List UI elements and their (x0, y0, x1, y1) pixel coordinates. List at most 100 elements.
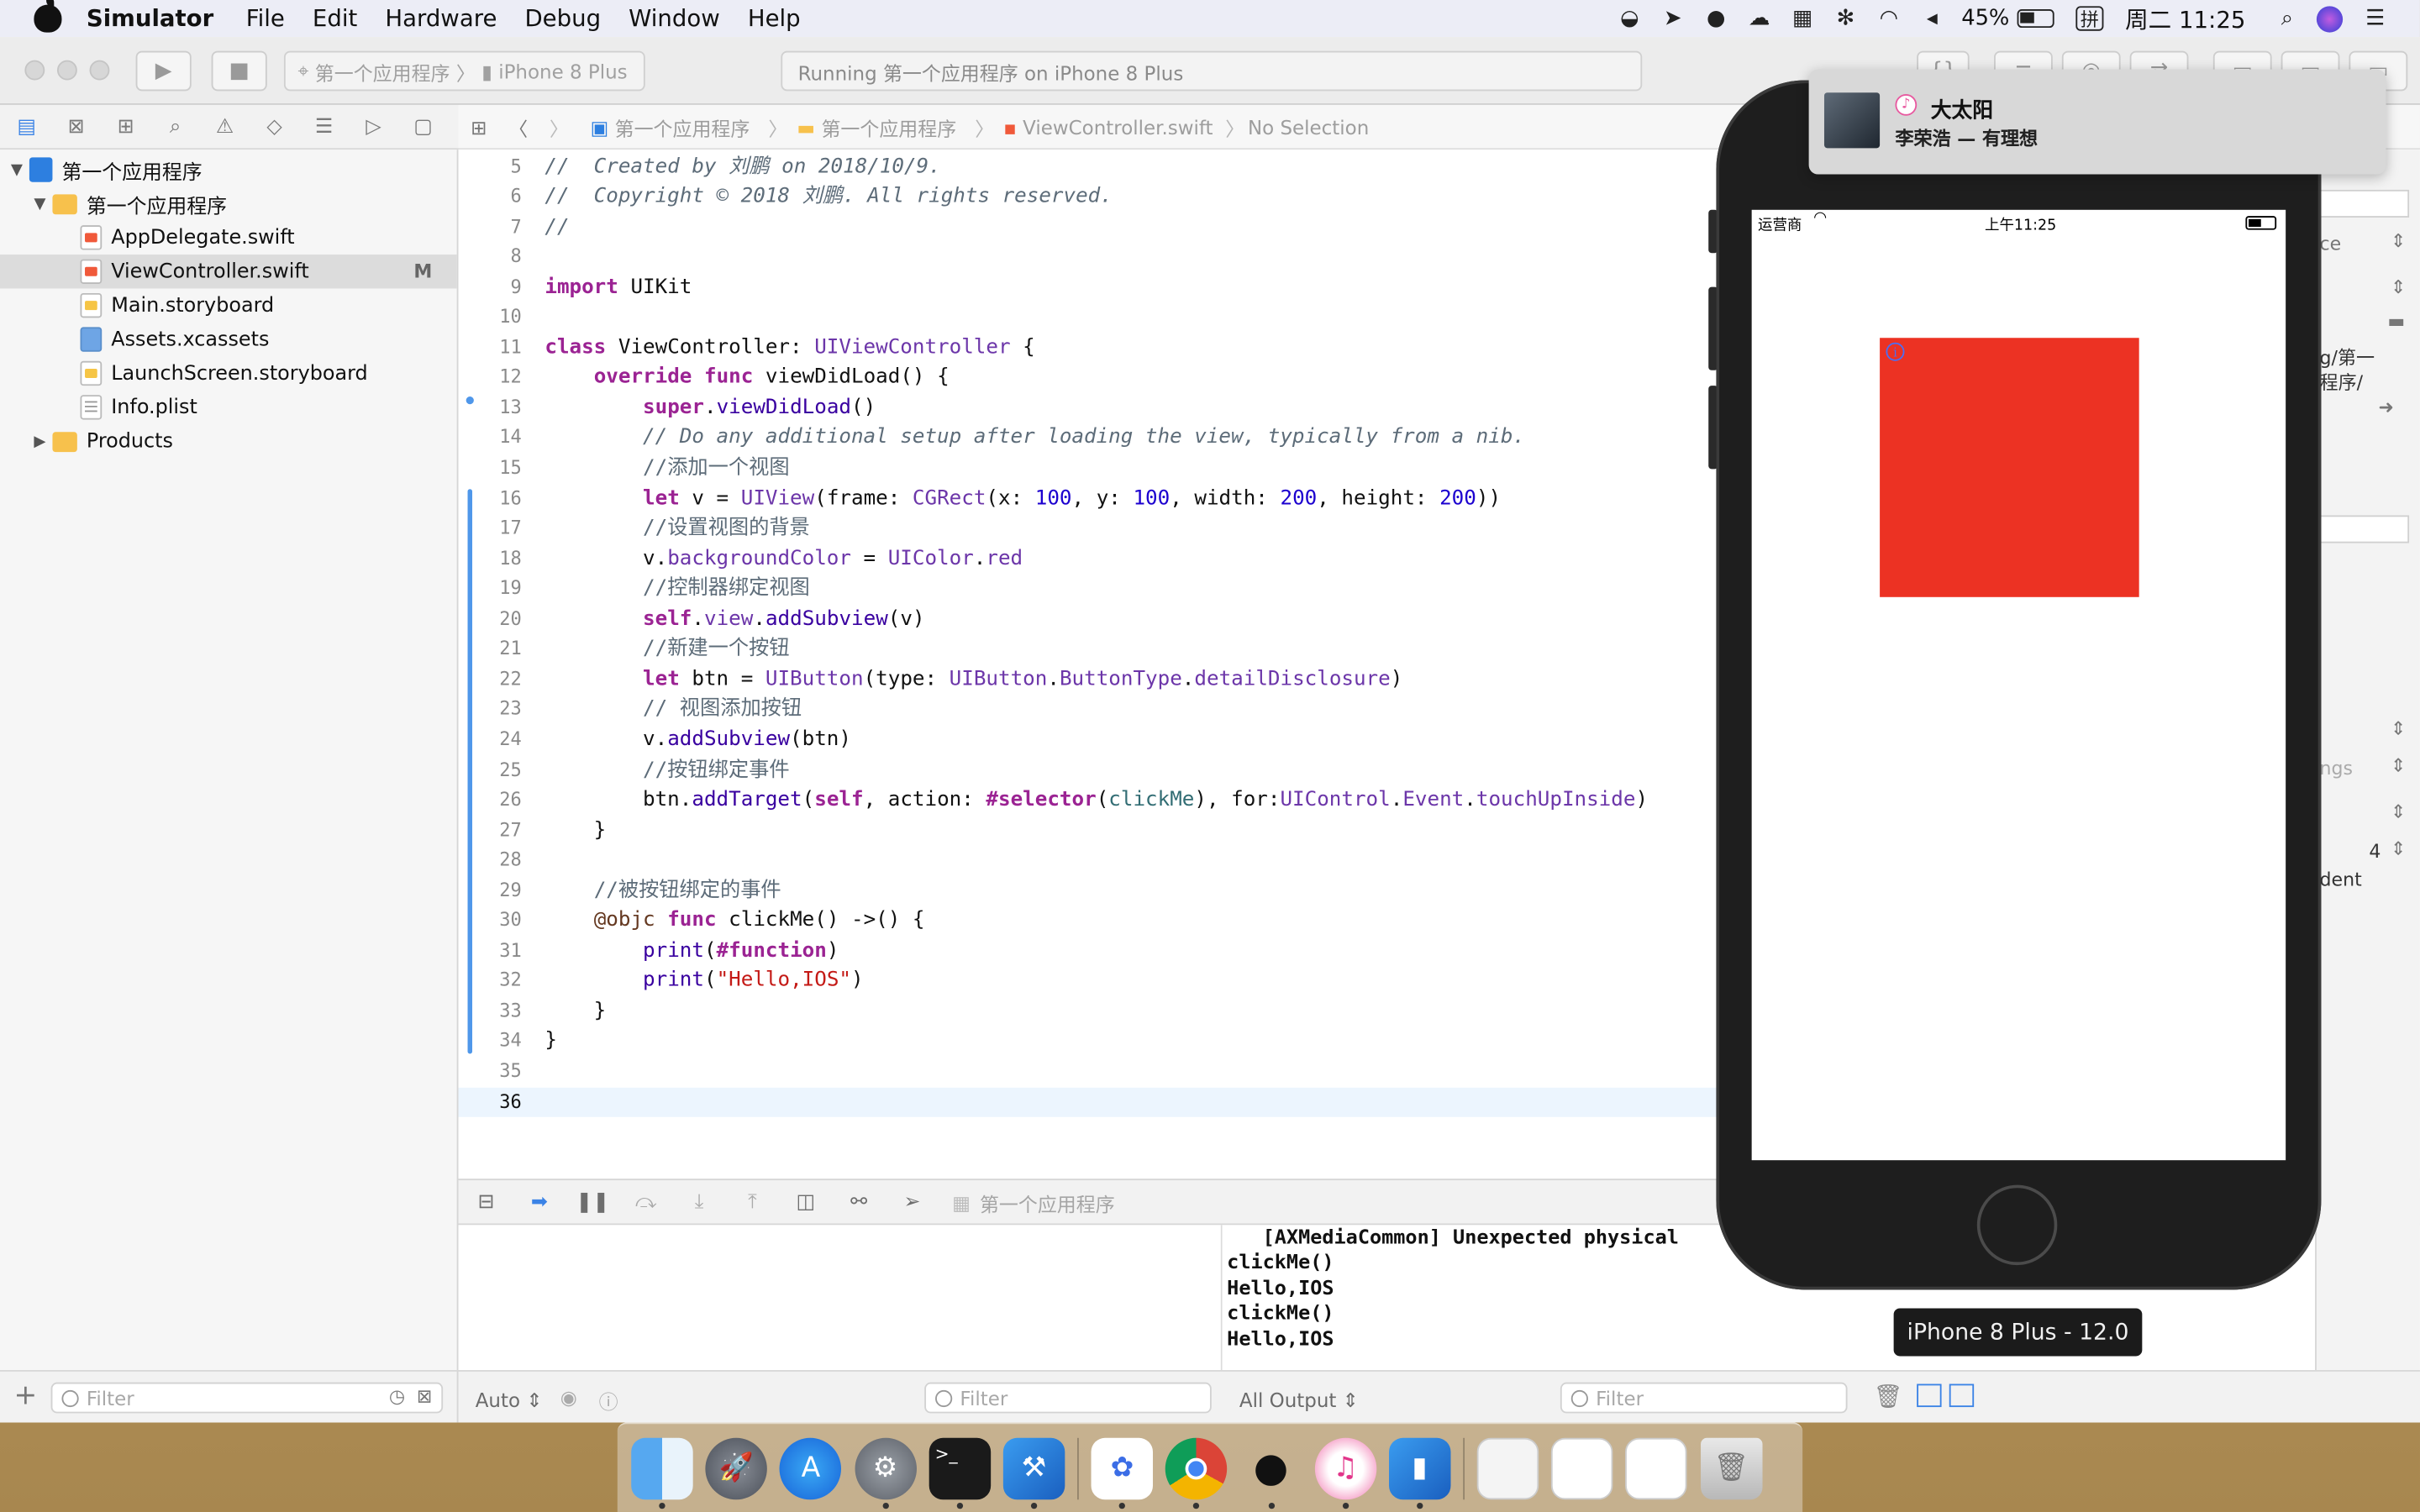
app-menu[interactable]: Simulator (87, 5, 213, 33)
simulator-icon[interactable]: ▮ (1388, 1436, 1451, 1509)
memory-graph-icon[interactable]: ⚯ (844, 1189, 875, 1214)
tree-row-viewcontroller[interactable]: ViewController.swift M (0, 255, 457, 289)
pause-icon[interactable]: ❚❚ (576, 1189, 609, 1214)
reveal-arrow-icon[interactable]: ➜ (2378, 396, 2393, 418)
home-button[interactable] (1976, 1184, 2058, 1266)
menu-window[interactable]: Window (629, 5, 720, 33)
menu-clock[interactable]: 周二 11:25 (2125, 3, 2245, 35)
notification-center-icon[interactable]: ☰ (2361, 5, 2389, 33)
terminal-icon[interactable]: >_ (929, 1436, 991, 1509)
status-app-icon[interactable]: ◒ (1616, 5, 1644, 33)
inspector-field[interactable] (2319, 515, 2410, 543)
simulate-location-icon[interactable]: ➢ (897, 1189, 928, 1214)
breakpoints-toggle-icon[interactable]: ➡ (524, 1189, 555, 1214)
navigator-filter-input[interactable]: Filter (50, 1382, 444, 1414)
tree-row-group[interactable]: ▼ 第一个应用程序 (0, 186, 457, 220)
variables-filter-input[interactable]: Filter (924, 1382, 1212, 1414)
updown-icon[interactable]: ⇕ (2391, 230, 2406, 252)
updown-icon[interactable]: ⇕ (2391, 717, 2406, 739)
music-notification[interactable]: ♪ 大太阳 李荣浩 — 有理想 (1808, 69, 2386, 175)
tree-row-appdelegate[interactable]: AppDelegate.swift (0, 221, 457, 255)
zoom-window-button[interactable] (89, 60, 110, 81)
paper-plane-icon[interactable]: ➤ (1659, 5, 1686, 33)
split-right-icon[interactable] (1949, 1383, 1975, 1408)
xcode-icon[interactable]: ⚒ (1002, 1436, 1065, 1509)
trash-icon[interactable]: 🗑 (1874, 1383, 1903, 1410)
issue-navigator-icon[interactable]: ⚠ (211, 114, 239, 139)
minimize-window-button[interactable] (56, 60, 77, 81)
test-navigator-icon[interactable]: ◇ (260, 114, 289, 139)
qq-icon[interactable]: ● (1702, 5, 1730, 33)
apple-menu-icon[interactable] (34, 0, 62, 33)
launchpad-icon[interactable]: 🚀 (705, 1436, 768, 1499)
stepper-icon[interactable]: ⇕ (2391, 837, 2406, 859)
add-icon[interactable]: + (14, 1379, 38, 1412)
stop-button[interactable]: ■ (211, 50, 267, 92)
close-window-button[interactable] (24, 60, 45, 81)
updown-icon[interactable]: ⇕ (2391, 276, 2406, 298)
debug-navigator-icon[interactable]: ☰ (310, 114, 339, 139)
breadcrumb-group[interactable]: 第一个应用程序 (821, 112, 956, 141)
bluetooth-icon[interactable]: ✻ (1832, 5, 1860, 33)
trash-icon[interactable]: 🗑 (1700, 1436, 1762, 1499)
project-navigator-icon[interactable]: ▤ (13, 114, 41, 139)
console-filter-input[interactable]: Filter (1560, 1382, 1848, 1414)
menu-hardware[interactable]: Hardware (385, 5, 497, 33)
simulator-screen[interactable]: 运营商 ◠ 上午11:25 i (1751, 209, 2286, 1161)
window-thumbnail-icon[interactable] (1476, 1436, 1539, 1499)
volume-icon[interactable]: ◂ (1918, 5, 1946, 33)
report-navigator-icon[interactable]: ▢ (408, 114, 437, 139)
window-thumbnail-icon[interactable] (1625, 1436, 1688, 1499)
find-navigator-icon[interactable]: ⌕ (161, 114, 190, 139)
siri-icon[interactable] (2316, 5, 2344, 32)
menu-help[interactable]: Help (748, 5, 801, 33)
updown-icon[interactable]: ⇕ (2391, 754, 2406, 776)
itunes-icon[interactable]: ♫ (1314, 1436, 1376, 1509)
scheme-selector[interactable]: ⌖ 第一个应用程序 〉 ▮ iPhone 8 Plus (283, 50, 645, 92)
wifi-icon[interactable]: ◠ (1875, 5, 1902, 33)
tree-row-project[interactable]: ▼ 第一个应用程序 (0, 153, 457, 186)
window-thumbnail-icon[interactable] (1551, 1436, 1613, 1499)
tree-row-assets[interactable]: Assets.xcassets (0, 323, 457, 356)
tree-row-products[interactable]: ▶ Products (0, 424, 457, 458)
menu-edit[interactable]: Edit (313, 5, 357, 33)
console-output-select[interactable]: All Output ⇕ (1239, 1389, 1359, 1412)
forward-icon[interactable]: 〉 (550, 112, 569, 141)
variables-scope-select[interactable]: Auto ⇕ (476, 1389, 543, 1412)
cloud-icon[interactable]: ☁ (1745, 5, 1773, 33)
disclosure-open-icon[interactable]: ▼ (11, 161, 29, 178)
battery-icon[interactable] (2017, 9, 2054, 29)
tree-row-infoplist[interactable]: Info.plist (0, 391, 457, 424)
disclosure-closed-icon[interactable]: ▶ (34, 433, 52, 449)
variables-view[interactable] (458, 1225, 1223, 1370)
breadcrumb-file[interactable]: ViewController.swift (1023, 115, 1213, 139)
info-icon[interactable]: ⓘ (599, 1385, 618, 1415)
menu-file[interactable]: File (246, 5, 285, 33)
finder-icon[interactable] (631, 1436, 693, 1509)
back-icon[interactable]: 〈 (508, 112, 528, 141)
qq-icon[interactable]: ● (1240, 1437, 1302, 1509)
step-into-icon[interactable]: ⤓ (684, 1189, 715, 1214)
breadcrumb-project[interactable]: 第一个应用程序 (615, 112, 750, 141)
detail-disclosure-button[interactable]: i (1886, 342, 1905, 361)
step-out-icon[interactable]: ⤒ (737, 1189, 768, 1214)
run-button[interactable]: ▶ (135, 50, 192, 92)
scm-filter-icon[interactable]: ⊠ (417, 1385, 432, 1407)
recent-files-icon[interactable]: ◷ (389, 1385, 405, 1407)
symbol-navigator-icon[interactable]: ⊞ (112, 114, 140, 139)
disclosure-open-icon[interactable]: ▼ (34, 195, 52, 212)
folder-icon[interactable]: ▬ (2387, 310, 2405, 332)
eye-icon[interactable]: ◉ (560, 1385, 577, 1409)
inspector-field[interactable] (2319, 189, 2410, 218)
input-method-icon[interactable]: 拼 (2075, 6, 2104, 31)
spotlight-search-icon[interactable]: ⌕ (2273, 5, 2301, 33)
tree-row-launchscreen[interactable]: LaunchScreen.storyboard (0, 356, 457, 390)
tree-row-main-storyboard[interactable]: Main.storyboard (0, 288, 457, 322)
split-left-icon[interactable] (1917, 1383, 1942, 1408)
source-control-navigator-icon[interactable]: ⊠ (62, 114, 91, 139)
chrome-icon[interactable] (1165, 1436, 1228, 1509)
view-debugger-icon[interactable]: ◫ (790, 1189, 821, 1214)
menu-debug[interactable]: Debug (524, 5, 601, 33)
breakpoint-navigator-icon[interactable]: ▷ (360, 114, 388, 139)
system-preferences-icon[interactable]: ⚙ (854, 1436, 917, 1509)
